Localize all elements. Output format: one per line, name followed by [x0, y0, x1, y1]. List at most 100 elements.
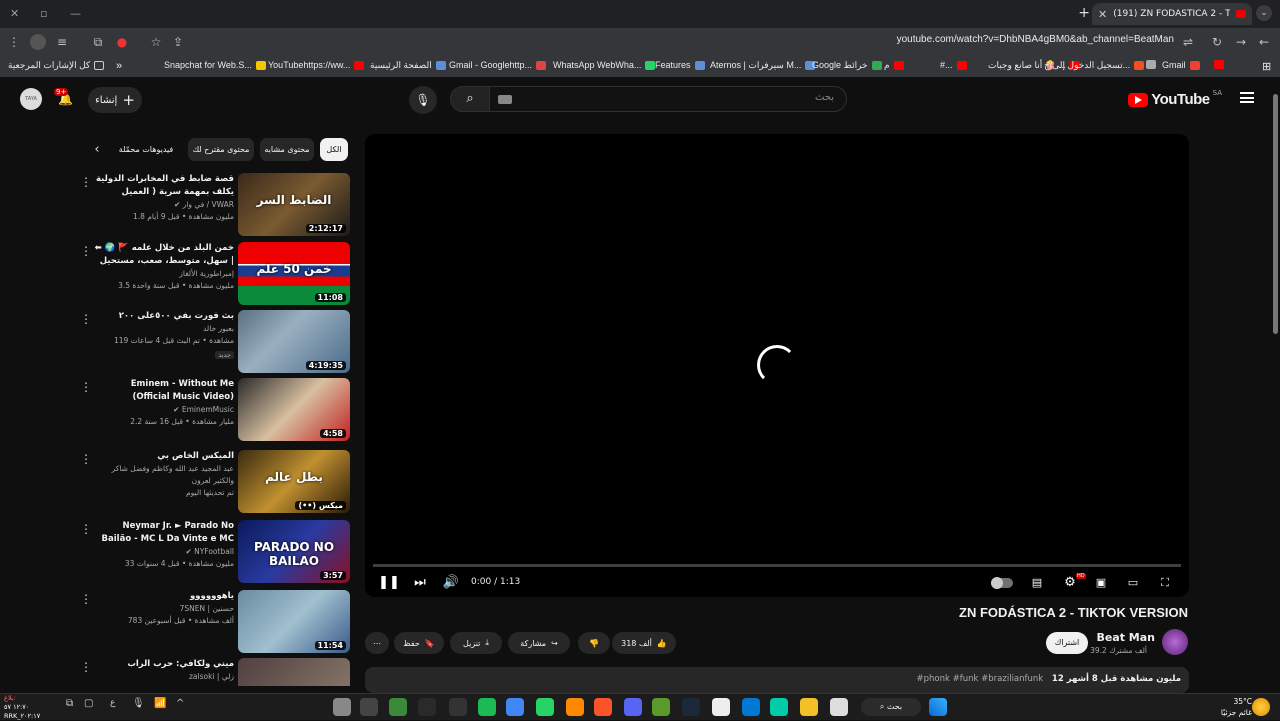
store-icon[interactable] [712, 698, 730, 716]
video-item-channel[interactable]: عبد المجيد عبد الله وكاظم وفضل شاكر والك… [94, 463, 234, 487]
more-options-icon[interactable]: ⋮ [80, 380, 92, 394]
video-thumbnail[interactable]: 4:19:35 [238, 310, 350, 373]
create-button[interactable]: إنشاء + [88, 87, 142, 113]
fullscreen-icon[interactable]: ⛶ [1153, 571, 1177, 595]
guide-menu-icon[interactable] [1240, 92, 1254, 103]
more-options-icon[interactable]: ⋮ [80, 660, 92, 674]
related-video-item[interactable]: ⋮ 4:58 Eminem - Without Me (Official Music… [80, 378, 352, 442]
discord-icon[interactable] [624, 698, 642, 716]
bookmark-star-icon[interactable]: ☆ [148, 34, 164, 50]
bookmark-item[interactable]: YouTubehttps://ww... [268, 60, 365, 70]
next-icon[interactable]: ⏭ [408, 571, 432, 595]
minecraft-icon[interactable] [652, 698, 670, 716]
video-thumbnail[interactable]: الضابط السر 2:12:17 [238, 173, 350, 236]
dislike-button[interactable]: 👎 [578, 632, 610, 654]
bookmark-item[interactable]: Gmail - Googlehttp... [449, 60, 547, 70]
back-icon[interactable]: ← [1256, 34, 1272, 50]
explorer-icon[interactable] [800, 698, 818, 716]
app-icon[interactable] [830, 698, 848, 716]
chip-saved[interactable]: فيديوهات محمّلة [114, 138, 178, 161]
video-item-channel[interactable]: 7SNEN | حسنين [94, 603, 234, 615]
video-thumbnail[interactable]: 4:58 [238, 378, 350, 441]
chevron-left-icon[interactable]: ‹ [88, 138, 106, 161]
url-field[interactable]: youtube.com/watch?v=DhbNBA4gBM0&ab_chann… [897, 34, 1174, 45]
search-button[interactable]: ⌕ [450, 86, 490, 112]
spotify-icon[interactable] [478, 698, 496, 716]
share-button[interactable]: مشاركة ↪ [508, 632, 570, 654]
terminal-icon[interactable] [360, 698, 378, 716]
video-item-channel[interactable]: ✔ EminemMusic [94, 404, 234, 416]
earth-icon[interactable] [389, 698, 407, 716]
maximize-window-icon[interactable]: ▫ [40, 7, 47, 20]
voice-search-icon[interactable]: 🎙 [409, 86, 437, 114]
bookmark-item[interactable]: الصفحة الرئيسية [370, 60, 446, 71]
theater-mode-icon[interactable]: ▭ [1121, 571, 1145, 595]
bookmarks-overflow-icon[interactable]: » [116, 60, 122, 72]
subtitles-icon[interactable]: ▤ [1025, 571, 1049, 595]
channel-name[interactable]: Beat Man [1096, 631, 1155, 644]
video-item-title[interactable]: Eminem - Without Me (Official Music Vide… [94, 378, 234, 404]
dev-icon[interactable] [418, 698, 436, 716]
chrome-icon[interactable] [333, 698, 351, 716]
bookmark-item[interactable]: Google خرائط [812, 60, 882, 71]
notifications-bell-icon[interactable]: 🔔 9+ [54, 88, 73, 106]
share-page-icon[interactable]: ⇪ [170, 34, 186, 50]
bookmark-item[interactable]: #... [940, 60, 967, 70]
bookmark-item[interactable]: Gmail [1162, 60, 1200, 70]
steam-icon[interactable] [682, 698, 700, 716]
search-input[interactable]: بحث [489, 86, 847, 112]
bookmark-item[interactable]: تسجيل الدخول إلى ج... [1044, 60, 1145, 71]
related-video-item[interactable]: ⋮ 11:54 ياهوووووو 7SNEN | حسنين 783 ألف مشاه… [80, 590, 352, 654]
video-thumbnail[interactable]: بطل عالم (••) ميكس [238, 450, 350, 513]
video-thumbnail[interactable]: خمن 50 علم 11:08 [238, 242, 350, 305]
chip-similar[interactable]: محتوى مشابه [260, 138, 314, 161]
keyboard-icon[interactable] [498, 95, 512, 104]
forward-icon[interactable]: → [1233, 34, 1249, 50]
related-video-item[interactable]: ⋮ خمن 50 علم 11:08 خمن البلد من خلال علمه 🚩… [80, 242, 352, 306]
apps-grid-icon[interactable]: ⊞ [1262, 60, 1271, 73]
video-item-title[interactable]: ميني ولكافي: حرب الراب [94, 658, 234, 671]
more-options-icon[interactable]: ⋮ [80, 244, 92, 258]
reading-list-icon[interactable]: ≡ [54, 34, 70, 50]
bookmark-item[interactable]: WhatsApp WebWha... [553, 60, 656, 70]
reload-icon[interactable]: ↻ [1209, 34, 1225, 50]
new-tab-button[interactable]: + [1078, 5, 1090, 21]
video-player[interactable]: ❚❚ ⏭ 🔊 0:00 / 1:13 ▤ ⚙ HD ▣ ▭ ⛶ [365, 134, 1189, 597]
mic-tray-icon[interactable]: 🎙 [132, 698, 150, 716]
download-button[interactable]: تنزيل ⤓ [450, 632, 502, 654]
video-thumbnail[interactable]: PARADO NO BAILAO 3:57 [238, 520, 350, 583]
video-item-channel[interactable]: ✔ NYFootball [94, 546, 234, 558]
more-options-icon[interactable]: ⋮ [80, 175, 92, 189]
close-window-icon[interactable]: ✕ [10, 7, 19, 20]
bookmark-item[interactable]: Aternos | سيرفرات M... [710, 60, 816, 71]
extension-icon[interactable]: ● [114, 34, 130, 50]
scrollbar-thumb[interactable] [1273, 94, 1278, 334]
refresh-icon[interactable] [449, 698, 467, 716]
autoplay-toggle[interactable] [991, 577, 1013, 589]
more-options-icon[interactable]: ⋮ [80, 312, 92, 326]
more-options-icon[interactable]: ⋮ [80, 452, 92, 466]
outlook-icon[interactable] [742, 698, 760, 716]
bookmark-item[interactable]: م [884, 60, 904, 71]
more-options-icon[interactable]: ⋮ [80, 592, 92, 606]
like-button[interactable]: 318 ألف 👍 [612, 632, 676, 654]
site-settings-icon[interactable]: ⇌ [1180, 34, 1196, 50]
menu-dots-icon[interactable]: ⋮ [6, 34, 22, 50]
bookmark-item[interactable]: Features [655, 60, 705, 70]
network-icon[interactable]: ⧉ [66, 698, 84, 716]
description-box[interactable]: #phonk #funk #brazilianfunk 12 مليون مشا… [365, 667, 1189, 693]
video-item-title[interactable]: خمن البلد من خلال علمه 🚩 🌍 ⬅ | سهل، متوس… [94, 242, 234, 268]
related-video-item[interactable]: ⋮ بطل عالم (••) ميكس الميكس الخاص بي عبد الم… [80, 450, 352, 514]
video-thumbnail[interactable] [238, 658, 350, 686]
profile-icon[interactable] [30, 34, 46, 50]
page-scrollbar[interactable] [1272, 80, 1280, 693]
video-thumbnail[interactable]: 11:54 [238, 590, 350, 653]
chrome-active-icon[interactable] [506, 698, 524, 716]
brave-icon[interactable] [594, 698, 612, 716]
hashtags[interactable]: #phonk #funk #brazilianfunk [917, 674, 1044, 684]
windows-start-icon[interactable] [929, 698, 947, 716]
tray-chevron-icon[interactable]: ^ [176, 698, 194, 716]
taskbar-search[interactable]: ⌕ بحث [861, 698, 921, 716]
youtube-logo[interactable]: YouTube SA [1128, 89, 1222, 108]
video-item-title[interactable]: ياهوووووو [94, 590, 234, 603]
